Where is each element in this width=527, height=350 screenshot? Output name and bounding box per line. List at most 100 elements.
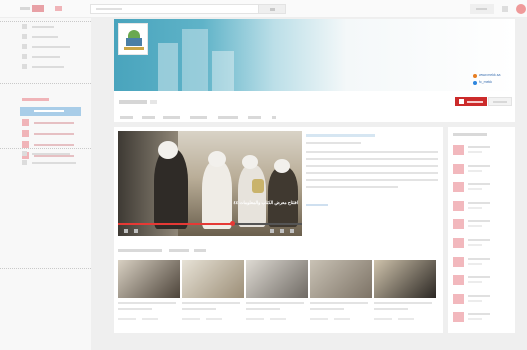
sidebar-item[interactable] (22, 64, 82, 70)
play-icon[interactable] (124, 229, 128, 233)
channel-header: www.mekk.sa fc_mekk (114, 19, 515, 122)
related-video-age (334, 318, 350, 320)
featured-channel-item[interactable] (453, 145, 511, 155)
sidebar-item-icon (22, 54, 27, 59)
channel-logo[interactable] (118, 23, 148, 55)
subscription-item[interactable] (22, 130, 80, 138)
featured-channel-item[interactable] (453, 256, 511, 267)
logo-mark[interactable] (20, 7, 30, 10)
channel-name (468, 257, 490, 260)
channel-subscribe-link[interactable] (468, 225, 482, 228)
channel-name (468, 164, 490, 167)
banner-link[interactable]: fc_mekk (473, 80, 507, 87)
read-more-link[interactable] (306, 204, 328, 206)
tab-discussion[interactable] (218, 116, 238, 119)
channel-name (468, 313, 490, 316)
channel-subscribe-link[interactable] (468, 151, 482, 153)
website-icon (473, 74, 477, 78)
channel-icon (453, 163, 464, 174)
dome-icon (128, 30, 140, 38)
sidebar-item-icon (22, 24, 27, 29)
related-video-title[interactable] (310, 302, 368, 304)
related-video-title[interactable] (374, 302, 432, 304)
featured-section: افتتاح معرض الكتاب والمعلومات ٤٤ (114, 127, 443, 333)
tab-about[interactable] (248, 116, 261, 119)
search-icon[interactable] (272, 116, 276, 119)
person-head (158, 141, 178, 159)
top-bar (0, 0, 527, 18)
banner-link-text: www.mekk.sa (479, 73, 501, 77)
fullscreen-icon[interactable] (290, 229, 294, 233)
banner-link[interactable]: www.mekk.sa (473, 73, 507, 80)
channel-badge (150, 100, 157, 104)
sidebar-item[interactable] (22, 54, 82, 60)
description-line (306, 172, 438, 174)
video-info-title[interactable] (306, 134, 375, 137)
related-video-thumbnail[interactable] (310, 260, 372, 298)
description-line (306, 186, 398, 188)
sidebar-item[interactable] (22, 160, 82, 166)
featured-channel-item[interactable] (453, 312, 511, 323)
channel-subscribe-link[interactable] (468, 188, 482, 191)
related-video-thumbnail[interactable] (118, 260, 180, 298)
person-figure (238, 165, 266, 227)
sidebar-item[interactable] (22, 151, 82, 157)
channel-subscribe-link[interactable] (468, 169, 482, 172)
channel-subscribe-link[interactable] (468, 299, 482, 302)
channel-subscribe-link[interactable] (468, 281, 482, 284)
video-player[interactable]: افتتاح معرض الكتاب والمعلومات ٤٤ (118, 131, 302, 236)
avatar-icon[interactable] (516, 4, 526, 14)
related-video-thumbnail[interactable] (246, 260, 308, 298)
volume-icon[interactable] (134, 229, 138, 233)
channel-icon (453, 238, 464, 248)
channel-subscribe-link[interactable] (468, 206, 482, 209)
related-video-thumbnail[interactable] (182, 260, 244, 298)
sidebar-item[interactable] (22, 24, 82, 30)
channel-subscribe-link[interactable] (468, 262, 482, 265)
tab-channels[interactable] (190, 116, 207, 119)
featured-channel-item[interactable] (453, 275, 511, 286)
channel-subscribe-link[interactable] (468, 244, 482, 246)
subscribe-button[interactable] (455, 97, 487, 106)
related-more[interactable] (194, 249, 206, 252)
tab-home[interactable] (120, 116, 133, 119)
logo-icon[interactable] (32, 5, 44, 12)
sidebar-item[interactable] (22, 44, 82, 50)
related-play-all[interactable] (169, 249, 189, 252)
subscription-item[interactable] (22, 119, 80, 127)
building-icon (126, 38, 142, 46)
search-button[interactable] (258, 4, 286, 14)
subscription-label (34, 133, 74, 135)
featured-channel-item[interactable] (453, 163, 511, 174)
upload-button[interactable] (470, 4, 494, 14)
featured-channel-item[interactable] (453, 182, 511, 193)
sidebar-item[interactable] (22, 34, 82, 40)
apps-icon[interactable] (502, 6, 508, 12)
search-placeholder (96, 8, 122, 10)
tab-playlists[interactable] (163, 116, 180, 119)
channel-icon (22, 119, 29, 126)
miniplayer-icon[interactable] (280, 229, 284, 233)
related-video-title[interactable] (118, 302, 176, 304)
related-video-thumbnail[interactable] (374, 260, 436, 298)
menu-icon[interactable] (55, 6, 62, 11)
sidebar-item-active[interactable] (20, 107, 81, 116)
related-video-title[interactable] (246, 302, 304, 304)
related-video-channel (118, 308, 152, 310)
channel-subscribe-link[interactable] (468, 318, 482, 321)
featured-channel-item[interactable] (453, 200, 511, 211)
settings-icon[interactable] (270, 229, 274, 233)
video-info-meta (306, 142, 361, 144)
tab-videos[interactable] (142, 116, 155, 119)
featured-channel-item[interactable] (453, 293, 511, 304)
related-video-age (398, 318, 414, 320)
channel-icon (453, 256, 464, 267)
featured-channel-item[interactable] (453, 219, 511, 230)
person-head (274, 159, 290, 173)
sidebar-item-icon (22, 151, 27, 156)
subscriber-count (488, 97, 512, 106)
featured-channel-item[interactable] (453, 238, 511, 248)
related-video-title[interactable] (182, 302, 240, 304)
search-input[interactable] (90, 4, 286, 14)
related-video-channel (374, 308, 408, 310)
